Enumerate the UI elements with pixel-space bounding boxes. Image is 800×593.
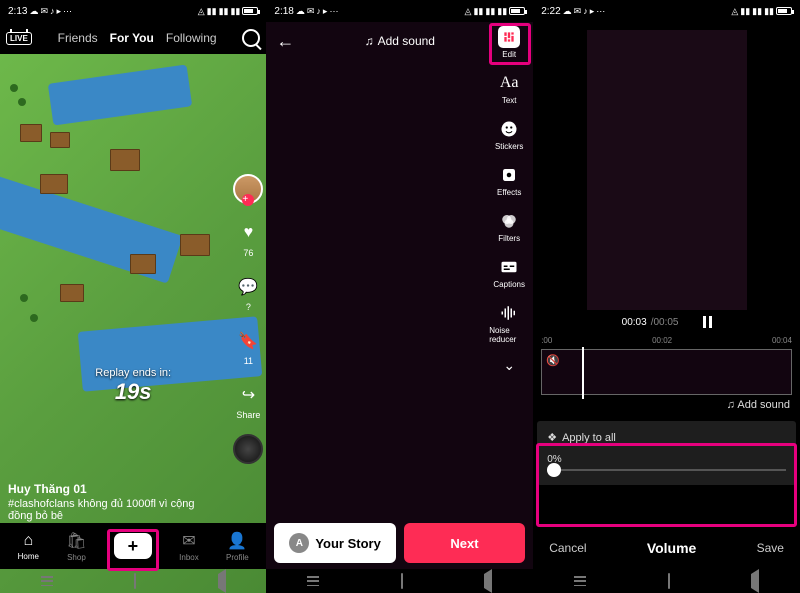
plus-icon: +: [114, 533, 152, 559]
tool-text[interactable]: Aa Text: [489, 72, 529, 105]
author-avatar[interactable]: [233, 174, 263, 204]
nav-shop[interactable]: 🛍Shop: [66, 531, 86, 562]
text-icon: Aa: [498, 72, 520, 94]
like-button[interactable]: ♥ 76: [233, 218, 263, 258]
share-button[interactable]: ↪ Share: [233, 380, 263, 420]
home-icon: ⌂: [23, 532, 33, 550]
story-avatar-icon: A: [289, 533, 309, 553]
video-feed[interactable]: Replay ends in: 19s ♥ 76 💬 ? 🔖 11 ↪ Shar…: [0, 54, 266, 593]
editor-toolbar: Edit Aa Text Stickers Effects Filters Ca…: [489, 26, 529, 374]
video-preview[interactable]: [587, 30, 747, 310]
home-nav-icon[interactable]: [401, 574, 403, 588]
tool-captions[interactable]: Captions: [489, 256, 529, 289]
status-bar: 2:13☁✉♪▸⋯ ◬▮▮▮▮▮▮: [0, 0, 266, 22]
tool-edit[interactable]: Edit: [489, 26, 529, 59]
tab-friends[interactable]: Friends: [58, 31, 98, 45]
live-button[interactable]: LIVE: [6, 32, 32, 45]
bookmark-count: 11: [233, 356, 263, 366]
menu-icon[interactable]: [307, 576, 319, 586]
noise-reducer-icon: [498, 302, 520, 324]
add-sound-track[interactable]: ♫ Add sound: [533, 395, 800, 415]
tab-following[interactable]: Following: [166, 31, 217, 45]
bookmark-button[interactable]: 🔖 11: [233, 326, 263, 366]
share-icon: ↪: [233, 380, 263, 410]
screenshot-post-editor: 2:18☁✉♪▸⋯ ◬▮▮▮▮▮▮ ← ♫ Add sound Edit Aa …: [266, 0, 533, 593]
panel-title: Volume: [647, 540, 697, 556]
replay-countdown: Replay ends in: 19s: [95, 367, 171, 405]
home-nav-icon[interactable]: [668, 574, 670, 588]
add-sound-button[interactable]: ♫ Add sound: [365, 34, 435, 48]
nav-inbox[interactable]: ✉Inbox: [179, 531, 199, 562]
status-bar: 2:18☁✉♪▸⋯ ◬▮▮▮▮▮▮: [266, 0, 533, 22]
speaker-muted-icon: 🔇: [546, 354, 560, 367]
tab-for-you[interactable]: For You: [110, 31, 154, 45]
like-count: 76: [233, 248, 263, 258]
top-nav: LIVE Friends For You Following: [0, 22, 266, 54]
comment-button[interactable]: 💬 ?: [233, 272, 263, 312]
status-bar: 2:22☁✉♪▸⋯ ◬▮▮▮▮▮▮: [533, 0, 800, 22]
screenshot-volume-editor: 2:22☁✉♪▸⋯ ◬▮▮▮▮▮▮ 00:03/00:05 :0000:0200…: [533, 0, 800, 593]
cancel-button[interactable]: Cancel: [549, 541, 586, 555]
playback-time: 00:03/00:05: [533, 316, 800, 328]
bottom-nav: ⌂Home 🛍Shop + ✉Inbox 👤Profile: [0, 523, 266, 569]
tools-expand[interactable]: ⌄: [503, 357, 515, 374]
stickers-icon: [498, 118, 520, 140]
captions-icon: [498, 256, 520, 278]
author-username[interactable]: Huy Thăng 01: [8, 482, 216, 496]
profile-icon: 👤: [227, 531, 247, 551]
menu-icon[interactable]: [41, 576, 53, 586]
back-button[interactable]: ←: [276, 31, 294, 52]
apply-to-all-toggle[interactable]: ❖ Apply to all: [547, 431, 786, 444]
volume-percent: 0%: [547, 454, 786, 465]
caption-text[interactable]: #clashofclans không đủ 1000fl vì cộng đồ…: [8, 498, 216, 522]
menu-icon[interactable]: [574, 576, 586, 586]
layers-icon: ❖: [547, 431, 557, 444]
playhead[interactable]: [582, 347, 584, 399]
your-story-button[interactable]: A Your Story: [274, 523, 395, 563]
nav-create[interactable]: +: [114, 533, 152, 559]
save-button[interactable]: Save: [757, 541, 784, 555]
edit-icon: [498, 26, 520, 48]
tool-stickers[interactable]: Stickers: [489, 118, 529, 151]
heart-icon: ♥: [233, 218, 263, 248]
back-nav-icon[interactable]: [484, 574, 492, 588]
slider-thumb[interactable]: [547, 463, 561, 477]
back-nav-icon[interactable]: [751, 574, 759, 588]
sound-disc[interactable]: [233, 434, 263, 464]
timeline-track[interactable]: 🔇: [541, 349, 792, 395]
home-nav-icon[interactable]: [134, 574, 136, 588]
nav-profile[interactable]: 👤Profile: [226, 531, 249, 562]
volume-slider[interactable]: [547, 469, 786, 471]
comment-count: ?: [233, 302, 263, 312]
tool-noise-reducer[interactable]: Noise reducer: [489, 302, 529, 344]
android-nav-bar: [533, 569, 800, 593]
back-nav-icon[interactable]: [218, 574, 226, 588]
volume-panel: ❖ Apply to all 0%: [537, 421, 796, 485]
android-nav-bar: [0, 569, 266, 593]
tool-effects[interactable]: Effects: [489, 164, 529, 197]
inbox-icon: ✉: [182, 531, 195, 551]
timeline-ticks: :0000:0200:04: [533, 334, 800, 347]
editor-action-bar: Cancel Volume Save: [533, 527, 800, 569]
shop-icon: 🛍: [66, 531, 86, 551]
filters-icon: [498, 210, 520, 232]
android-nav-bar: [266, 569, 533, 593]
tool-filters[interactable]: Filters: [489, 210, 529, 243]
pause-button[interactable]: [703, 316, 712, 328]
screenshot-for-you-feed: 2:13☁✉♪▸⋯ ◬▮▮▮▮▮▮ LIVE Friends For You F…: [0, 0, 266, 593]
music-note-icon: ♫: [365, 34, 374, 48]
search-icon[interactable]: [242, 29, 260, 47]
effects-icon: [498, 164, 520, 186]
comment-icon: 💬: [233, 272, 263, 302]
nav-home[interactable]: ⌂Home: [18, 532, 39, 561]
bookmark-icon: 🔖: [233, 326, 263, 356]
next-button[interactable]: Next: [404, 523, 525, 563]
